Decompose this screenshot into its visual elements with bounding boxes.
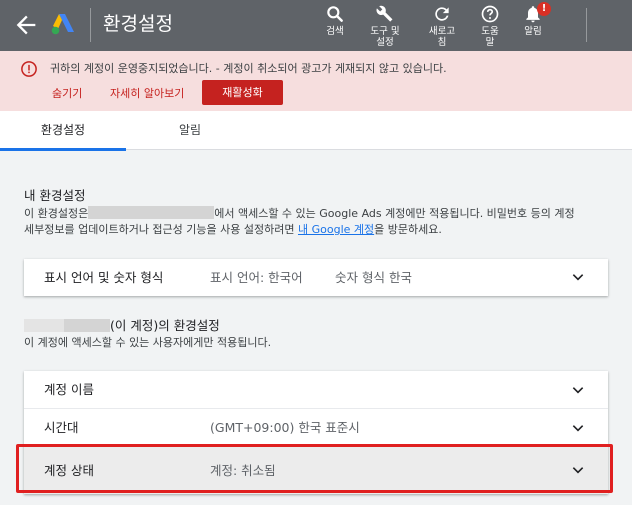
search-button[interactable]: 검색 — [312, 4, 358, 37]
search-icon — [327, 6, 343, 22]
redacted-email — [88, 206, 215, 219]
help-label-line1: 도움 — [481, 26, 499, 37]
my-settings-desc-line2: 세부정보를 업데이트하거나 접근성 기능을 사용 설정하려면 내 Google … — [24, 222, 442, 238]
refresh-label-line2: 침 — [437, 37, 447, 48]
notifications-label: 알림 — [524, 26, 542, 37]
app-bar: 환경설정 검색 도구 및 설정 새로고 침 도움 말 ! 알림 — [0, 0, 632, 51]
chevron-down-icon — [572, 274, 584, 281]
my-settings-desc-line2-prefix: 세부정보를 업데이트하거나 접근성 기능을 사용 설정하려면 — [24, 223, 298, 236]
tab-preferences[interactable]: 환경설정 — [0, 111, 126, 151]
help-label-line2: 말 — [485, 37, 495, 48]
refresh-button[interactable]: 새로고 침 — [419, 4, 465, 48]
my-settings-desc-prefix: 이 환경설정은 — [24, 207, 89, 220]
redacted-account-name-b — [64, 319, 110, 332]
my-settings-desc-line2-suffix: 을 방문하세요. — [374, 223, 442, 236]
alert-message: 귀하의 계정이 운영중지되었습니다. - 계정이 취소되어 광고가 게재되지 않… — [50, 62, 447, 75]
redacted-account-name-a — [24, 319, 64, 332]
chevron-down-icon — [572, 425, 584, 432]
my-settings-desc-line1: 이 환경설정은 에서 액세스할 수 있는 Google Ads 계정에만 적용됩니… — [24, 206, 575, 222]
tools-label-line2: 설정 — [376, 37, 394, 48]
tab-notifications[interactable]: 알림 — [126, 111, 254, 150]
account-name-label: 계정 이름 — [44, 382, 94, 397]
hide-alert-link[interactable]: 숨기기 — [52, 86, 82, 101]
settings-tabs: 환경설정 알림 — [0, 111, 632, 151]
alert-error-icon — [21, 61, 37, 77]
tools-settings-button[interactable]: 도구 및 설정 — [362, 4, 408, 48]
display-language-value: 표시 언어: 한국어 — [210, 270, 303, 285]
reactivate-button[interactable]: 재활성화 — [202, 80, 283, 105]
notifications-button[interactable]: ! 알림 — [510, 2, 556, 37]
timezone-row[interactable]: 시간대 (GMT+09:00) 한국 표준시 — [24, 409, 608, 447]
google-ads-logo-icon — [51, 14, 74, 35]
account-suspended-alert: 귀하의 계정이 운영중지되었습니다. - 계정이 취소되어 광고가 게재되지 않… — [0, 51, 632, 111]
highlight-box — [16, 444, 613, 493]
my-settings-desc-suffix: 에서 액세스할 수 있는 Google Ads 계정에만 적용됩니다. 비밀번호… — [214, 207, 575, 220]
app-bar-divider-right — [586, 8, 587, 42]
display-language-row[interactable]: 표시 언어 및 숫자 형식 표시 언어: 한국어 숫자 형식 한국 — [24, 259, 608, 296]
my-settings-title: 내 환경설정 — [24, 188, 86, 203]
notification-badge: ! — [537, 2, 551, 16]
page-title: 환경설정 — [103, 13, 173, 35]
refresh-label-line1: 새로고 — [428, 26, 456, 37]
account-settings-desc: 이 계정에 액세스할 수 있는 사용자에게만 적용됩니다. — [24, 336, 272, 349]
help-button[interactable]: 도움 말 — [467, 4, 513, 48]
back-arrow-icon[interactable] — [12, 11, 40, 39]
search-label: 검색 — [326, 26, 344, 37]
app-bar-divider — [90, 8, 91, 42]
timezone-label: 시간대 — [44, 420, 79, 435]
display-language-label: 표시 언어 및 숫자 형식 — [44, 270, 164, 285]
wrench-icon — [376, 5, 393, 22]
account-settings-title-suffix: (이 계정)의 환경설정 — [110, 318, 220, 333]
learn-more-link[interactable]: 자세히 알아보기 — [110, 86, 184, 101]
number-format-value: 숫자 형식 한국 — [335, 270, 412, 285]
account-settings-title: (이 계정)의 환경설정 — [24, 317, 220, 334]
help-icon — [481, 5, 499, 23]
timezone-value: (GMT+09:00) 한국 표준시 — [210, 420, 360, 435]
chevron-down-icon — [572, 387, 584, 394]
display-language-card: 표시 언어 및 숫자 형식 표시 언어: 한국어 숫자 형식 한국 — [24, 259, 608, 296]
account-name-row[interactable]: 계정 이름 — [24, 371, 608, 409]
refresh-icon — [435, 7, 449, 21]
google-account-link[interactable]: 내 Google 계정 — [298, 223, 374, 236]
tools-label-line1: 도구 및 — [370, 26, 400, 37]
